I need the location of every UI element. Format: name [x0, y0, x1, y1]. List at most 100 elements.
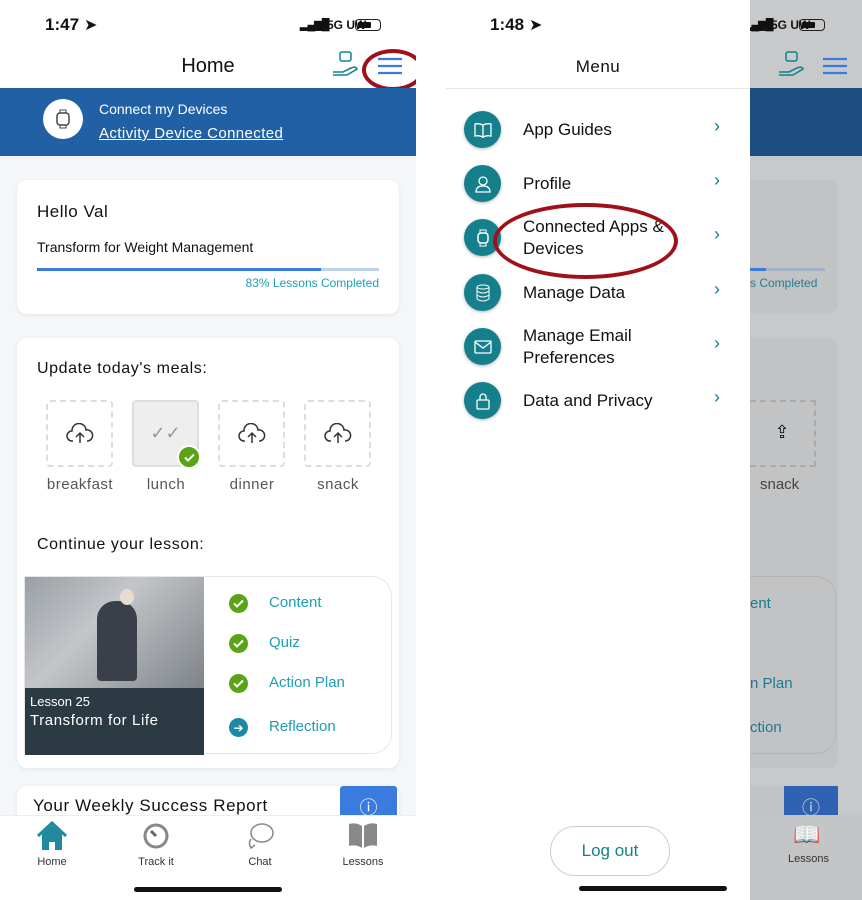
book-icon [318, 821, 408, 853]
user-icon [464, 165, 501, 202]
connect-devices-banner[interactable]: Connect my Devices Activity Device Conne… [0, 88, 416, 156]
tab-label: Track it [138, 856, 174, 868]
meal-label: snack [317, 476, 359, 493]
dimmed-overlay[interactable]: s Completed ⇪ snack ent n Plan ction ⓘ 📖… [750, 0, 862, 900]
menu-item-lock[interactable]: Data and Privacy › [464, 379, 734, 423]
program-name: Transform for Weight Management [37, 239, 254, 255]
tab-label: Lessons [342, 856, 384, 868]
annotation-circle [362, 49, 416, 91]
menu-panel: 1:48 ➤ Menu App Guides › Profile › Conne… [446, 0, 750, 900]
home-indicator [579, 886, 727, 891]
annotation-circle [493, 203, 678, 279]
chevron-right-icon: › [714, 333, 720, 353]
meals-lesson-card: Update today's meals: breakfast ✓✓ lunch … [17, 338, 399, 768]
check-icon [229, 594, 248, 613]
database-icon [464, 274, 501, 311]
status-time: 1:47 [45, 15, 80, 34]
chevron-right-icon: › [714, 279, 720, 299]
step-fragment: n Plan [750, 675, 793, 692]
progress-label: 83% Lessons Completed [245, 276, 379, 290]
tab-bar: Home Track it Chat Lessons [0, 815, 416, 900]
meal-label: breakfast [46, 476, 114, 493]
chat-icon [215, 821, 305, 853]
meal-upload-dinner[interactable] [218, 400, 285, 467]
divider [446, 88, 750, 89]
meal-label: lunch [146, 476, 186, 493]
lock-icon [464, 382, 501, 419]
logout-button[interactable]: Log out [550, 826, 670, 876]
cloud-upload-icon [323, 422, 351, 443]
lesson-step-1[interactable]: Quiz [269, 634, 300, 651]
menu-item-book[interactable]: App Guides › [464, 108, 734, 152]
meal-fragment: snack [760, 476, 800, 493]
chevron-right-icon: › [714, 170, 720, 190]
home-icon [7, 820, 97, 853]
chevron-right-icon: › [714, 387, 720, 407]
meal-upload-snack[interactable] [304, 400, 371, 467]
menu-item-label: Data and Privacy [523, 391, 653, 410]
lesson-caption: Lesson 25 Transform for Life [25, 688, 204, 755]
tab-lessons[interactable]: Lessons [318, 821, 408, 868]
greeting-card: Hello Val Transform for Weight Managemen… [17, 180, 399, 314]
cloud-upload-icon [65, 422, 93, 443]
watch-icon [43, 99, 83, 139]
tab-label: Home [37, 856, 67, 868]
menu-item-label: Profile [523, 174, 572, 193]
lesson-step-3[interactable]: Reflection [269, 718, 336, 735]
cloud-upload-icon [237, 422, 265, 443]
check-icon [229, 634, 248, 653]
lesson-step-2[interactable]: Action Plan [269, 674, 345, 691]
progress-fragment: s Completed [750, 276, 818, 290]
device-connected-link[interactable]: Activity Device Connected [99, 125, 283, 142]
greeting-text: Hello Val [37, 202, 109, 221]
hamburger-menu-icon [823, 57, 847, 75]
menu-item-label: Manage Email Preferences [523, 326, 632, 367]
book-icon [464, 111, 501, 148]
chevron-right-icon: › [714, 116, 720, 136]
menu-item-user[interactable]: Profile › [464, 162, 734, 206]
location-icon: ➤ [529, 17, 543, 34]
tab-label: Chat [248, 856, 272, 868]
lesson-image [25, 577, 204, 688]
mail-icon [464, 328, 501, 365]
lesson-section-title: Continue your lesson: [37, 536, 205, 553]
lesson-step-0[interactable]: Content [269, 594, 322, 611]
meal-upload-lunch[interactable]: ✓✓ [132, 400, 201, 469]
menu-title: Menu [575, 57, 621, 76]
book-icon: 📖 [793, 822, 821, 847]
location-icon: ➤ [84, 17, 98, 34]
meal-label: dinner [229, 476, 275, 493]
support-hand-icon[interactable] [331, 50, 361, 80]
arrow-right-icon: ➔ [229, 718, 248, 737]
check-icon [229, 674, 248, 693]
progress-bar [37, 268, 379, 271]
chevron-right-icon: › [714, 224, 720, 244]
tab-chat[interactable]: Chat [215, 821, 305, 868]
lesson-card[interactable]: Lesson 25 Transform for Life Content Quiz… [24, 576, 392, 755]
lesson-number: Lesson 25 [30, 694, 90, 709]
home-indicator [134, 887, 282, 892]
menu-item-mail[interactable]: Manage Email Preferences › [464, 325, 734, 369]
status-time: 1:48 [490, 15, 525, 34]
check-icon [177, 445, 201, 469]
signal-icon: ▂▄▆█ [300, 19, 329, 31]
battery-icon [355, 19, 381, 31]
menu-item-label: Manage Data [523, 283, 626, 302]
step-fragment: ction [750, 719, 782, 736]
meal-upload-breakfast[interactable] [46, 400, 113, 467]
banner-title: Connect my Devices [99, 101, 228, 117]
upload-icon: ⇪ [750, 400, 816, 467]
meals-title: Update today's meals: [37, 360, 208, 377]
menu-item-label: App Guides [523, 120, 612, 139]
tab-fragment: Lessons [788, 853, 829, 865]
tab-home[interactable]: Home [7, 820, 97, 868]
menu-screen: s Completed ⇪ snack ent n Plan ction ⓘ 📖… [446, 0, 862, 900]
home-screen: 1:47 ➤ ▂▄▆█ 5G UW Home Connect my Device… [0, 0, 416, 900]
double-check-icon: ✓✓ [150, 423, 181, 443]
tab-track-it[interactable]: Track it [111, 821, 201, 868]
step-fragment: ent [750, 595, 771, 612]
lesson-name: Transform for Life [30, 712, 159, 729]
battery-icon [799, 19, 825, 31]
support-hand-icon [779, 51, 804, 76]
report-title: Your Weekly Success Report [33, 796, 268, 815]
